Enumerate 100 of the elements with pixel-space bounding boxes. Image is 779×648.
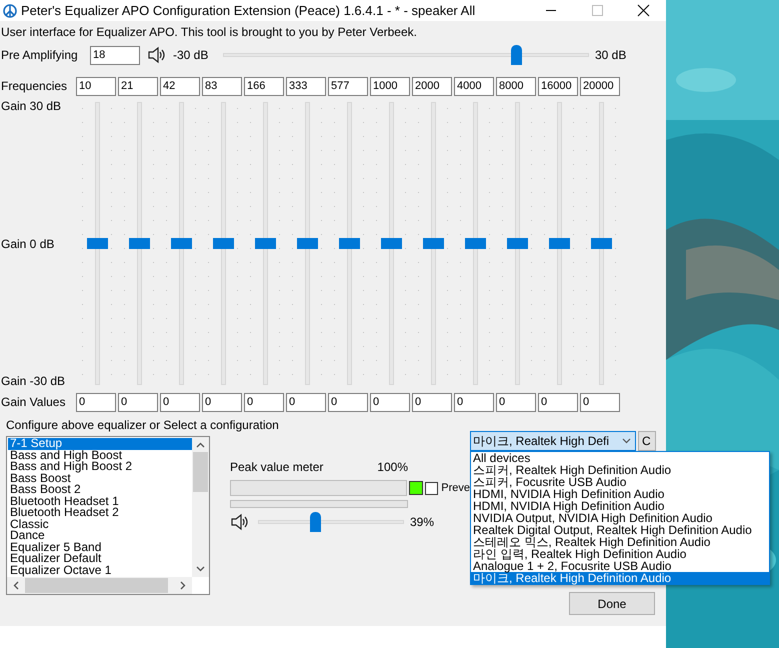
slider-thumb[interactable] — [506, 238, 528, 249]
slider[interactable] — [548, 102, 570, 385]
menu-item[interactable]: 라인 입력, Realtek High Definition Audio — [471, 548, 769, 560]
input-field[interactable]: 8000 — [496, 76, 536, 96]
input-field[interactable]: 0 — [286, 392, 326, 412]
configuration-list[interactable]: 7-1 Setup Bass and High Boost Bass and High Boost 2 Bass Boost Bass Boost 2 Bluetooth Headset 1 Bluetooth Headset 2 Classic Dance Equalizer 5 Band Equalizer Default Equalizer Octave 1 — [6, 436, 210, 595]
menu-item[interactable]: Analogue 1 + 2, Focusrite USB Audio — [471, 560, 769, 572]
input-field[interactable]: 0 — [454, 392, 494, 412]
slider[interactable] — [258, 512, 404, 532]
list-item[interactable]: 7-1 Setup — [8, 438, 192, 450]
input-field[interactable]: 0 — [538, 392, 578, 412]
slider[interactable] — [86, 102, 108, 385]
list-item[interactable]: Equalizer 5 Band — [8, 542, 192, 553]
input-field[interactable]: 0 — [202, 392, 242, 412]
slider[interactable] — [254, 102, 276, 385]
slider-thumb[interactable] — [510, 45, 522, 65]
input-field[interactable]: 0 — [370, 392, 410, 412]
max-label: 30 dB — [595, 47, 626, 64]
slider-thumb[interactable] — [548, 238, 570, 249]
input-field[interactable]: 1000 — [370, 76, 410, 96]
slider[interactable] — [296, 102, 318, 385]
list-item[interactable]: Dance — [8, 530, 192, 542]
frequencies-label: Frequencies — [1, 78, 68, 95]
slider-thumb[interactable] — [422, 238, 444, 249]
slider[interactable] — [128, 102, 150, 385]
peak-meter-label: Peak value meter — [230, 459, 324, 476]
min-label: -30 dB — [173, 47, 210, 64]
slider-thumb[interactable] — [170, 238, 192, 249]
preview-label: Preve — [441, 481, 470, 496]
menu-item[interactable]: 마이크, Realtek High Definition Audio — [471, 572, 769, 584]
menu-item[interactable]: Realtek Digital Output, Realtek High Definition Audio — [471, 524, 769, 536]
input-field[interactable]: 577 — [328, 76, 368, 96]
input-field[interactable]: 42 — [160, 76, 200, 96]
vertical-scrollbar[interactable] — [192, 437, 209, 577]
menu-item[interactable]: HDMI, NVIDIA High Definition Audio — [471, 488, 769, 500]
slider[interactable] — [590, 102, 612, 385]
input-field[interactable]: 166 — [244, 76, 284, 96]
list-item[interactable]: Equalizer Default — [8, 553, 192, 564]
logo-icon — [3, 4, 17, 18]
intro-text: User interface for Equalizer APO. This tool is brought to you by Peter Verbeek. — [1, 24, 418, 41]
input-field[interactable]: 333 — [286, 76, 326, 96]
input-field[interactable]: 0 — [118, 392, 158, 412]
slider-thumb[interactable] — [254, 238, 276, 249]
menu-item[interactable]: NVIDIA Output, NVIDIA High Definition Audio — [471, 512, 769, 524]
slider-thumb[interactable] — [590, 238, 612, 249]
scrollbar-thumb[interactable] — [25, 578, 168, 593]
input-field[interactable]: 0 — [160, 392, 200, 412]
slider[interactable] — [464, 102, 486, 385]
slider[interactable] — [170, 102, 192, 385]
input-field[interactable]: 16000 — [538, 76, 578, 96]
horizontal-scrollbar[interactable] — [7, 577, 192, 594]
list-item[interactable]: Classic — [8, 518, 192, 530]
input-field[interactable]: 20000 — [580, 76, 620, 96]
slider[interactable] — [422, 102, 444, 385]
list-item[interactable]: Bass Boost — [8, 472, 192, 484]
slider-thumb[interactable] — [212, 238, 234, 249]
slider[interactable] — [380, 102, 402, 385]
device-dropdown[interactable]: 마이크, Realtek High Defi — [470, 431, 636, 451]
input-field[interactable]: 0 — [328, 392, 368, 412]
done-button[interactable]: Done — [569, 592, 655, 615]
slider-thumb[interactable] — [380, 238, 402, 249]
menu-item[interactable]: 스테레오 믹스, Realtek High Definition Audio — [471, 536, 769, 548]
checkbox[interactable] — [425, 482, 438, 495]
slider-thumb[interactable] — [310, 512, 321, 532]
slider[interactable] — [506, 102, 528, 385]
pre-amp-label: Pre Amplifying — [1, 47, 79, 64]
list-item[interactable]: Bass and High Boost — [8, 450, 192, 461]
input-field[interactable]: 4000 — [454, 76, 494, 96]
list-item[interactable]: Bluetooth Headset 1 — [8, 496, 192, 507]
list-item[interactable]: Bluetooth Headset 2 — [8, 507, 192, 518]
list-item[interactable]: Bass Boost 2 — [8, 484, 192, 496]
input-field[interactable]: 0 — [412, 392, 452, 412]
list-item[interactable]: Equalizer Octave 1 — [8, 564, 192, 576]
input-field[interactable]: 0 — [244, 392, 284, 412]
gain-label: Gain -30 dB — [1, 373, 66, 390]
slider-thumb[interactable] — [464, 238, 486, 249]
slider-thumb[interactable] — [338, 238, 360, 249]
input-field[interactable]: 18 — [90, 46, 140, 64]
slider-thumb[interactable] — [86, 238, 108, 249]
side-button[interactable]: C — [638, 431, 656, 451]
input-field[interactable]: 83 — [202, 76, 242, 96]
slider[interactable] — [338, 102, 360, 385]
menu-item[interactable]: 스피커, Realtek High Definition Audio — [471, 464, 769, 476]
list-item[interactable]: Bass and High Boost 2 — [8, 461, 192, 472]
input-field[interactable]: 0 — [496, 392, 536, 412]
slider[interactable] — [212, 102, 234, 385]
input-field[interactable]: 10 — [76, 76, 116, 96]
window-title: Peter's Equalizer APO Configuration Extension (Peace) 1.6.4.1 - * - speaker All — [21, 2, 476, 20]
input-field[interactable]: 0 — [580, 392, 620, 412]
gain-label: Gain 30 dB — [1, 98, 62, 115]
slider-thumb[interactable] — [296, 238, 318, 249]
slider-thumb[interactable] — [128, 238, 150, 249]
input-field[interactable]: 0 — [76, 392, 116, 412]
menu-item[interactable]: HDMI, NVIDIA High Definition Audio — [471, 500, 769, 512]
menu-item[interactable]: 스피커, Focusrite USB Audio — [471, 476, 769, 488]
slider[interactable] — [223, 45, 589, 65]
scrollbar-thumb[interactable] — [193, 452, 208, 492]
menu-item[interactable]: All devices — [471, 452, 769, 464]
input-field[interactable]: 2000 — [412, 76, 452, 96]
input-field[interactable]: 21 — [118, 76, 158, 96]
